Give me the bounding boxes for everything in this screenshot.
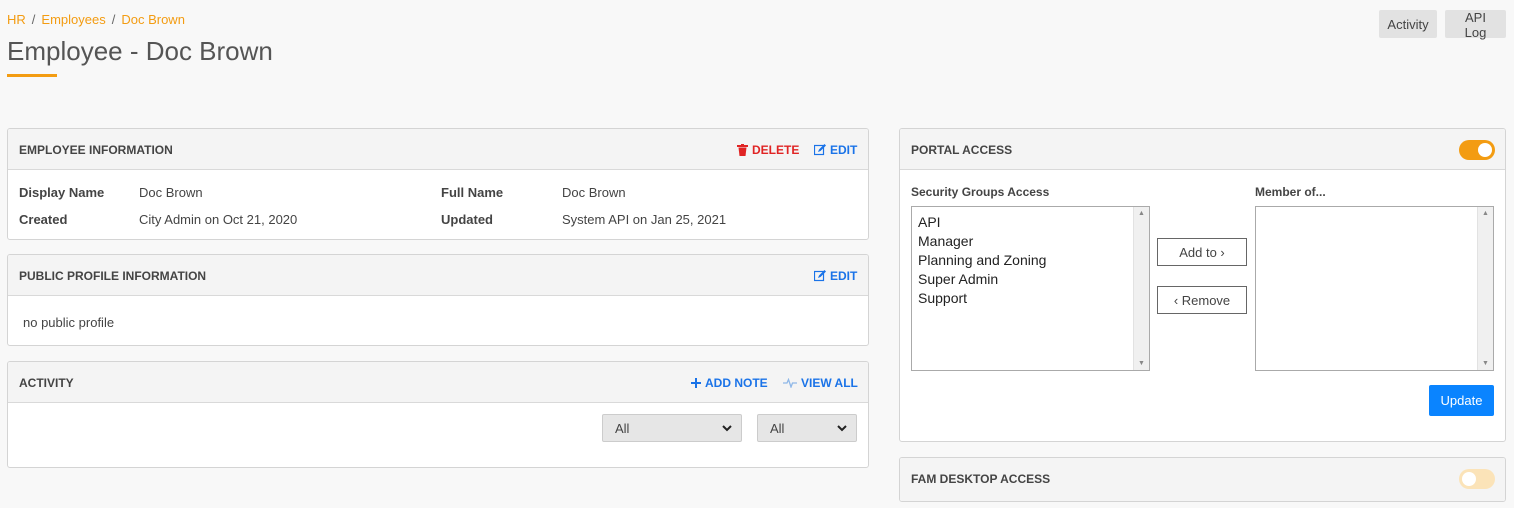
breadcrumb-separator: /	[31, 12, 36, 27]
add-to-button[interactable]: Add to ›	[1157, 238, 1247, 266]
scrollbar[interactable]: ▲ ▼	[1133, 207, 1149, 370]
no-public-profile-text: no public profile	[23, 315, 115, 330]
panel-title: PORTAL ACCESS	[911, 143, 1013, 157]
panel-header: ACTIVITY ADD NOTE VIEW ALL	[8, 362, 868, 403]
breadcrumb-separator: /	[111, 12, 116, 27]
created-value: City Admin on Oct 21, 2020	[139, 212, 298, 227]
add-note-button[interactable]: ADD NOTE	[691, 376, 768, 390]
breadcrumb: HR / Employees / Doc Brown	[7, 12, 185, 27]
panel-title: ACTIVITY	[19, 376, 74, 390]
list-item[interactable]: Super Admin	[918, 270, 1046, 289]
list-item[interactable]: Support	[918, 289, 1046, 308]
updated-value: System API on Jan 25, 2021	[562, 212, 727, 227]
add-note-label: ADD NOTE	[705, 376, 768, 390]
activity-filter-select-2[interactable]: All	[757, 414, 857, 442]
full-name-label: Full Name	[441, 185, 504, 200]
fam-desktop-access-panel: FAM DESKTOP ACCESS	[899, 457, 1506, 502]
breadcrumb-current[interactable]: Doc Brown	[121, 12, 185, 27]
chevron-down-icon	[722, 425, 732, 432]
security-groups-listbox[interactable]: API Manager Planning and Zoning Super Ad…	[911, 206, 1150, 371]
select-value: All	[615, 421, 630, 436]
api-log-button[interactable]: API Log	[1445, 10, 1506, 40]
scroll-down-icon[interactable]: ▼	[1482, 360, 1489, 367]
list-item[interactable]: Planning and Zoning	[918, 251, 1046, 270]
list-item[interactable]: Manager	[918, 232, 1046, 251]
full-name-value: Doc Brown	[562, 185, 626, 200]
view-all-button[interactable]: VIEW ALL	[783, 376, 858, 390]
created-label: Created	[19, 212, 68, 227]
panel-title: EMPLOYEE INFORMATION	[19, 143, 173, 157]
public-profile-panel: PUBLIC PROFILE INFORMATION EDIT no publi…	[7, 254, 869, 346]
panel-header: FAM DESKTOP ACCESS	[900, 458, 1505, 501]
scrollbar[interactable]: ▲ ▼	[1477, 207, 1493, 370]
edit-icon	[814, 144, 826, 156]
fam-desktop-toggle[interactable]	[1459, 469, 1495, 489]
activity-button[interactable]: Activity	[1379, 10, 1437, 38]
toggle-knob	[1462, 472, 1476, 486]
portal-access-panel: PORTAL ACCESS Security Groups Access Mem…	[899, 128, 1506, 442]
scroll-up-icon[interactable]: ▲	[1138, 210, 1145, 217]
member-of-label: Member of...	[1255, 185, 1326, 199]
security-groups-label: Security Groups Access	[911, 185, 1050, 199]
toggle-knob	[1478, 143, 1492, 157]
scroll-up-icon[interactable]: ▲	[1482, 210, 1489, 217]
activity-pulse-icon	[783, 378, 797, 388]
group-list: API Manager Planning and Zoning Super Ad…	[918, 213, 1046, 308]
display-name-label: Display Name	[19, 185, 105, 200]
portal-access-toggle[interactable]	[1459, 140, 1495, 160]
edit-icon	[814, 270, 826, 282]
edit-button[interactable]: EDIT	[814, 143, 857, 157]
panel-header: EMPLOYEE INFORMATION DELETE EDIT	[8, 129, 868, 170]
scroll-down-icon[interactable]: ▼	[1138, 360, 1145, 367]
delete-label: DELETE	[752, 143, 800, 157]
member-of-listbox[interactable]: ▲ ▼	[1255, 206, 1494, 371]
updated-label: Updated	[441, 212, 493, 227]
activity-panel: ACTIVITY ADD NOTE VIEW ALL All All	[7, 361, 869, 468]
chevron-down-icon	[837, 425, 847, 432]
employee-information-panel: EMPLOYEE INFORMATION DELETE EDIT Display…	[7, 128, 869, 240]
select-value: All	[770, 421, 785, 436]
view-all-label: VIEW ALL	[801, 376, 858, 390]
update-button[interactable]: Update	[1429, 385, 1494, 416]
title-underline	[7, 74, 57, 77]
delete-button[interactable]: DELETE	[737, 143, 799, 157]
panel-title: PUBLIC PROFILE INFORMATION	[19, 269, 207, 283]
page-title: Employee - Doc Brown	[7, 36, 273, 66]
edit-profile-button[interactable]: EDIT	[814, 269, 857, 283]
breadcrumb-hr[interactable]: HR	[7, 12, 26, 27]
panel-header: PORTAL ACCESS	[900, 129, 1505, 170]
remove-button[interactable]: ‹ Remove	[1157, 286, 1247, 314]
edit-label: EDIT	[830, 143, 858, 157]
activity-filter-select-1[interactable]: All	[602, 414, 742, 442]
display-name-value: Doc Brown	[139, 185, 203, 200]
panel-title: FAM DESKTOP ACCESS	[911, 472, 1051, 486]
breadcrumb-employees[interactable]: Employees	[41, 12, 105, 27]
edit-label: EDIT	[830, 269, 858, 283]
panel-header: PUBLIC PROFILE INFORMATION EDIT	[8, 255, 868, 296]
plus-icon	[691, 378, 701, 388]
trash-icon	[737, 144, 748, 156]
list-item[interactable]: API	[918, 213, 1046, 232]
